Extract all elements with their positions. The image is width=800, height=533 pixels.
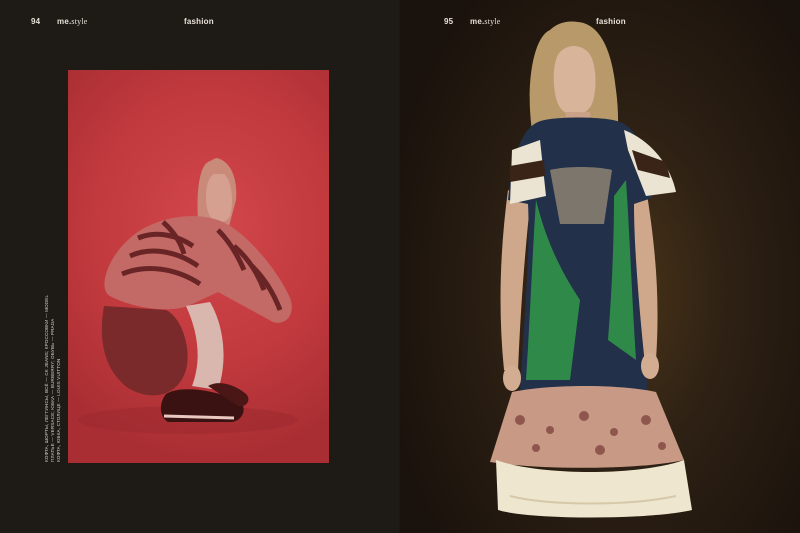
brand-style: style bbox=[71, 17, 88, 26]
photo-credits: КОФТА, ШОРТЫ, ЛЕГГИНСЫ, ВСЁ — CK JEANS; … bbox=[44, 295, 74, 462]
credit-line: КОФТА, ЮБКА, СТОЛИЦЕ — LOUIS VUITTON bbox=[56, 358, 61, 462]
brand-me: me. bbox=[470, 17, 485, 26]
magazine-spread: 94 me.style fashion КОФТА, ШОРТЫ, ЛЕГГИН… bbox=[0, 0, 800, 533]
page-number-right: 95 bbox=[444, 17, 454, 26]
section-label-right: fashion bbox=[596, 17, 626, 26]
brand-wordmark-left: me.style bbox=[57, 17, 88, 26]
brand-me: me. bbox=[57, 17, 72, 26]
crouching-model-illustration bbox=[78, 158, 298, 434]
right-page: 95 me.style fashion bbox=[400, 0, 800, 533]
section-label-left: fashion bbox=[184, 17, 214, 26]
page-number-left: 94 bbox=[31, 17, 41, 26]
standing-model-illustration bbox=[490, 21, 692, 518]
brand-style: style bbox=[484, 17, 501, 26]
fashion-photo-red bbox=[68, 70, 329, 463]
left-page: 94 me.style fashion КОФТА, ШОРТЫ, ЛЕГГИН… bbox=[0, 0, 400, 533]
brand-wordmark-right: me.style bbox=[470, 17, 501, 26]
